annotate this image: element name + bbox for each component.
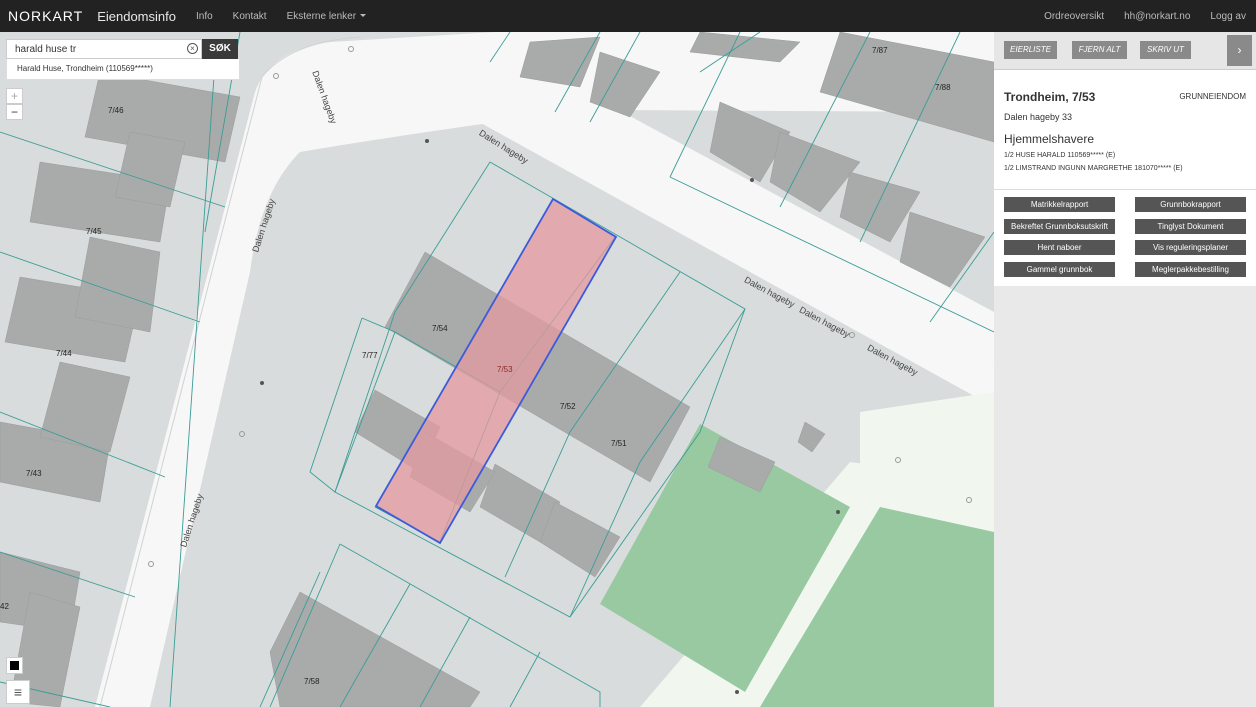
property-address: Dalen hageby 33 xyxy=(1004,112,1073,122)
eierliste-button[interactable]: EIERLISTE xyxy=(1004,41,1057,59)
parcel-label: 7/87 xyxy=(872,46,888,55)
parcel-label: 7/45 xyxy=(86,227,102,236)
map-canvas[interactable]: 7/87 7/88 7/46 7/45 7/44 7/43 42 7/54 7/… xyxy=(0,32,994,707)
parcel-label: 7/88 xyxy=(935,83,951,92)
parcel-label: 7/52 xyxy=(560,402,576,411)
fjern-alt-button[interactable]: FJERN ALT xyxy=(1072,41,1127,59)
parcel-label: 7/51 xyxy=(611,439,627,448)
parcel-label: 7/54 xyxy=(432,324,448,333)
parcel-label: 7/43 xyxy=(26,469,42,478)
zoom-out-button[interactable]: − xyxy=(6,104,23,120)
parcel-label: 7/44 xyxy=(56,349,72,358)
norkart-logo[interactable]: NORKART xyxy=(8,8,83,24)
nav-info[interactable]: Info xyxy=(196,11,213,22)
matrikkelrapport-button[interactable]: Matrikkelrapport xyxy=(1004,197,1115,212)
app-title[interactable]: Eiendomsinfo xyxy=(97,9,176,24)
bekreftet-grunnboksutskrift-button[interactable]: Bekreftet Grunnboksutskrift xyxy=(1004,219,1115,234)
square-icon xyxy=(10,661,19,670)
nav-kontakt[interactable]: Kontakt xyxy=(233,11,267,22)
search-row: × SØK xyxy=(6,39,240,59)
search-box: × SØK Harald Huse, Trondheim (110569****… xyxy=(6,39,240,80)
meglerpakkebestilling-button[interactable]: Meglerpakkebestilling xyxy=(1135,262,1246,277)
search-input[interactable] xyxy=(6,39,202,59)
parcel-label: 7/58 xyxy=(304,677,320,686)
parcel-label: 7/77 xyxy=(362,351,378,360)
nav-ordreoversikt[interactable]: Ordreoversikt xyxy=(1044,11,1104,22)
nav-user-email[interactable]: hh@norkart.no xyxy=(1124,11,1190,22)
zoom-control: + − xyxy=(6,88,23,120)
nav-eksterne-lenker[interactable]: Eksterne lenker xyxy=(286,10,367,22)
property-type: GRUNNEIENDOM xyxy=(1179,92,1246,101)
nav-eksterne-lenker-label: Eksterne lenker xyxy=(286,10,357,22)
hent-naboer-button[interactable]: Hent naboer xyxy=(1004,240,1115,255)
parcel-label: 7/46 xyxy=(108,106,124,115)
brand[interactable]: NORKART Eiendomsinfo xyxy=(0,8,186,24)
search-button[interactable]: SØK xyxy=(202,39,238,59)
owners-heading: Hjemmelshavere xyxy=(1004,132,1095,146)
owner-item: 1/2 HUSE HARALD 110569***** (E) xyxy=(1004,152,1116,159)
layers-icon: ≡ xyxy=(13,684,23,700)
draw-square-button[interactable] xyxy=(6,657,23,674)
nav-right: Ordreoversikt hh@norkart.no Logg av xyxy=(1034,11,1256,22)
parcel-label-selected: 7/53 xyxy=(497,365,513,374)
top-navbar: NORKART Eiendomsinfo Info Kontakt Ekster… xyxy=(0,0,1256,32)
property-panel: EIERLISTE FJERN ALT SKRIV UT › Trondheim… xyxy=(994,32,1256,707)
caret-down-icon xyxy=(360,14,367,18)
parcel-label: 42 xyxy=(0,602,9,611)
layers-button[interactable]: ≡ xyxy=(6,680,30,704)
panel-toolbar: EIERLISTE FJERN ALT SKRIV UT › xyxy=(994,32,1256,70)
zoom-in-button[interactable]: + xyxy=(6,88,23,104)
skriv-ut-button[interactable]: SKRIV UT xyxy=(1140,41,1191,59)
chevron-right-icon[interactable]: › xyxy=(1227,35,1252,66)
owner-item: 1/2 LIMSTRAND INGUNN MARGRETHE 181070***… xyxy=(1004,165,1183,172)
action-buttons: Matrikkelrapport Grunnbokrapport Bekreft… xyxy=(994,189,1256,286)
nav-logout[interactable]: Logg av xyxy=(1210,11,1246,22)
search-result-item[interactable]: Harald Huse, Trondheim (110569*****) xyxy=(6,59,240,80)
clear-search-icon[interactable]: × xyxy=(187,43,198,54)
property-info: Trondheim, 7/53 GRUNNEIENDOM Dalen hageb… xyxy=(994,70,1256,189)
grunnbokrapport-button[interactable]: Grunnbokrapport xyxy=(1135,197,1246,212)
tinglyst-dokument-button[interactable]: Tinglyst Dokument xyxy=(1135,219,1246,234)
gammel-grunnbok-button[interactable]: Gammel grunnbok xyxy=(1004,262,1115,277)
vis-reguleringsplaner-button[interactable]: Vis reguleringsplaner xyxy=(1135,240,1246,255)
